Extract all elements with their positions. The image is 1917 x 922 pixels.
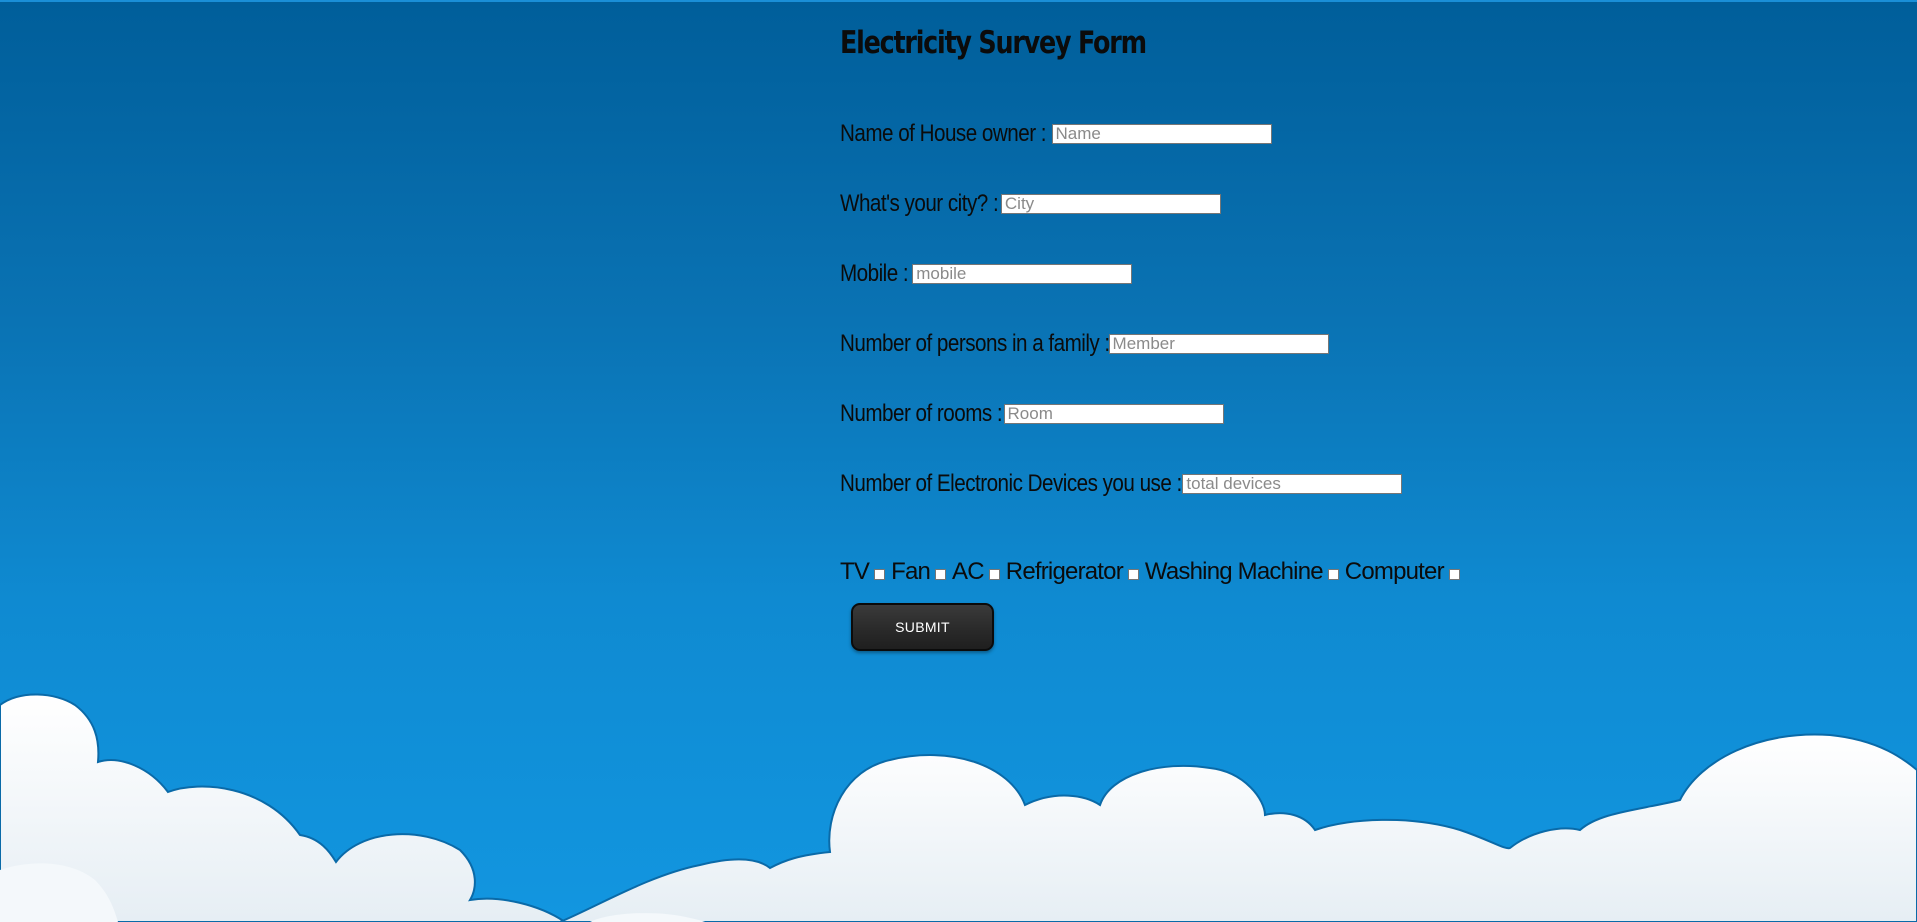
device-fan: Fan — [891, 558, 947, 586]
city-label: What's your city? : — [840, 190, 999, 217]
device-computer-checkbox[interactable] — [1448, 568, 1460, 580]
rooms-input[interactable] — [1003, 404, 1224, 424]
devices-count-input[interactable] — [1182, 474, 1403, 494]
members-input[interactable] — [1108, 334, 1329, 354]
form-title: Electricity Survey Form — [840, 25, 1147, 61]
name-input[interactable] — [1051, 124, 1272, 144]
device-ac-label: AC — [952, 558, 985, 585]
device-washing-machine: Washing Machine — [1145, 558, 1339, 586]
device-fan-checkbox[interactable] — [935, 568, 947, 580]
device-tv: TV — [840, 558, 886, 586]
field-row-members: Number of persons in a family : — [840, 330, 1329, 358]
device-ac: AC — [952, 558, 1000, 586]
city-input[interactable] — [1000, 194, 1221, 214]
cloud-middle — [559, 733, 1917, 922]
name-label: Name of House owner : — [840, 120, 1047, 147]
field-row-name: Name of House owner : — [840, 120, 1272, 148]
devices-count-label: Number of Electronic Devices you use : — [840, 470, 1182, 497]
device-fan-label: Fan — [891, 558, 931, 585]
field-row-rooms: Number of rooms : — [840, 400, 1224, 428]
field-row-city: What's your city? : — [840, 190, 1221, 218]
device-tv-checkbox[interactable] — [874, 568, 886, 580]
device-refrigerator: Refrigerator — [1006, 558, 1139, 586]
devices-checklist: TV Fan AC Refrigerator Washing Machine C… — [840, 558, 1466, 586]
device-refrigerator-checkbox[interactable] — [1127, 568, 1139, 580]
device-washing-machine-checkbox[interactable] — [1327, 568, 1339, 580]
device-computer: Computer — [1345, 558, 1460, 586]
field-row-mobile: Mobile : — [840, 260, 1133, 288]
device-refrigerator-label: Refrigerator — [1005, 558, 1124, 585]
mobile-label: Mobile : — [840, 260, 909, 287]
survey-form: Electricity Survey Form Name of House ow… — [840, 20, 1600, 651]
field-row-devices-count: Number of Electronic Devices you use : — [840, 470, 1403, 498]
members-label: Number of persons in a family : — [840, 330, 1110, 357]
device-ac-checkbox[interactable] — [988, 568, 1000, 580]
device-tv-label: TV — [840, 558, 870, 585]
mobile-input[interactable] — [912, 264, 1133, 284]
submit-button[interactable]: SUBMIT — [851, 603, 994, 651]
device-computer-label: Computer — [1344, 558, 1445, 585]
rooms-label: Number of rooms : — [840, 400, 1003, 427]
device-washing-machine-label: Washing Machine — [1144, 558, 1324, 585]
